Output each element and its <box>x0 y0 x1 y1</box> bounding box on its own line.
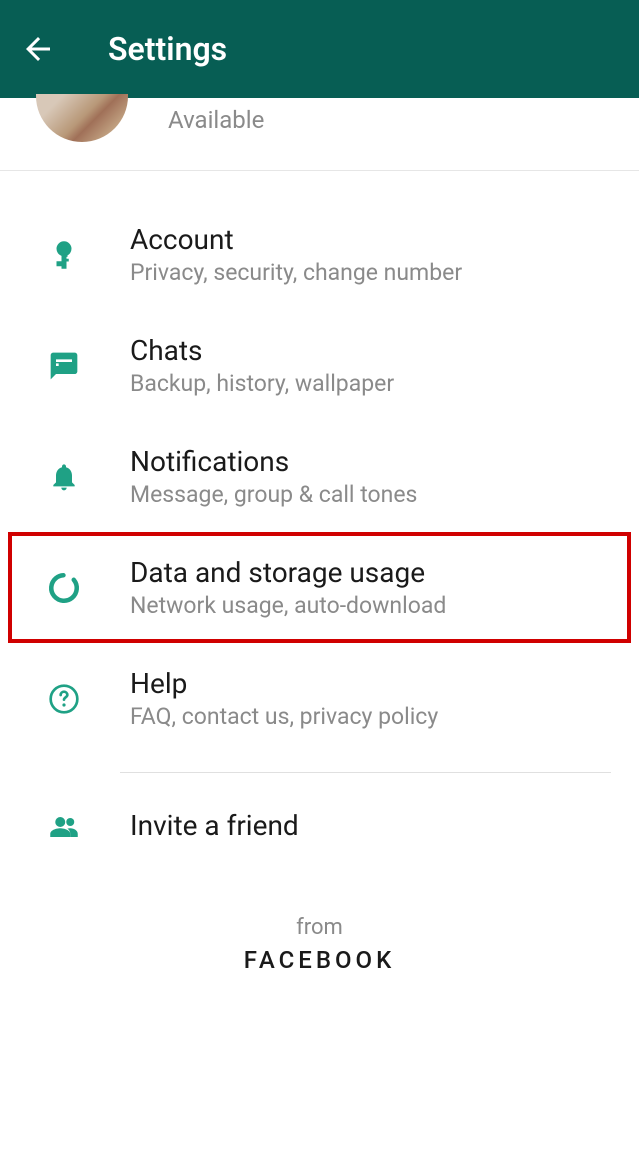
profile-row[interactable]: Available <box>0 98 639 171</box>
app-header: Settings <box>0 0 639 98</box>
settings-item-chats[interactable]: Chats Backup, history, wallpaper <box>0 310 639 421</box>
divider <box>120 772 611 773</box>
back-arrow-icon[interactable] <box>20 31 56 67</box>
settings-item-notifications[interactable]: Notifications Message, group & call tone… <box>0 421 639 532</box>
item-subtitle: FAQ, contact us, privacy policy <box>130 703 438 730</box>
page-title: Settings <box>108 30 227 68</box>
people-icon <box>42 812 86 842</box>
settings-item-invite[interactable]: Invite a friend <box>0 781 639 873</box>
footer: from FACEBOOK <box>0 915 639 974</box>
footer-brand-label: FACEBOOK <box>0 946 639 974</box>
item-subtitle: Privacy, security, change number <box>130 259 462 286</box>
item-title: Notifications <box>130 445 417 478</box>
settings-list: Account Privacy, security, change number… <box>0 171 639 873</box>
settings-item-help[interactable]: Help FAQ, contact us, privacy policy <box>0 643 639 754</box>
data-usage-icon <box>42 571 86 605</box>
footer-from-label: from <box>0 915 639 940</box>
item-title: Account <box>130 223 462 256</box>
item-subtitle: Network usage, auto-download <box>130 592 446 619</box>
settings-item-account[interactable]: Account Privacy, security, change number <box>0 199 639 310</box>
chat-icon <box>42 350 86 382</box>
item-title: Data and storage usage <box>130 556 446 589</box>
key-icon <box>42 240 86 270</box>
bell-icon <box>42 461 86 493</box>
settings-item-data-storage[interactable]: Data and storage usage Network usage, au… <box>8 532 631 643</box>
help-icon <box>42 683 86 715</box>
item-subtitle: Message, group & call tones <box>130 481 417 508</box>
avatar <box>36 94 128 142</box>
profile-status: Available <box>168 106 264 134</box>
item-title: Help <box>130 667 438 700</box>
item-subtitle: Backup, history, wallpaper <box>130 370 394 397</box>
item-title: Chats <box>130 334 394 367</box>
item-title: Invite a friend <box>130 809 299 842</box>
